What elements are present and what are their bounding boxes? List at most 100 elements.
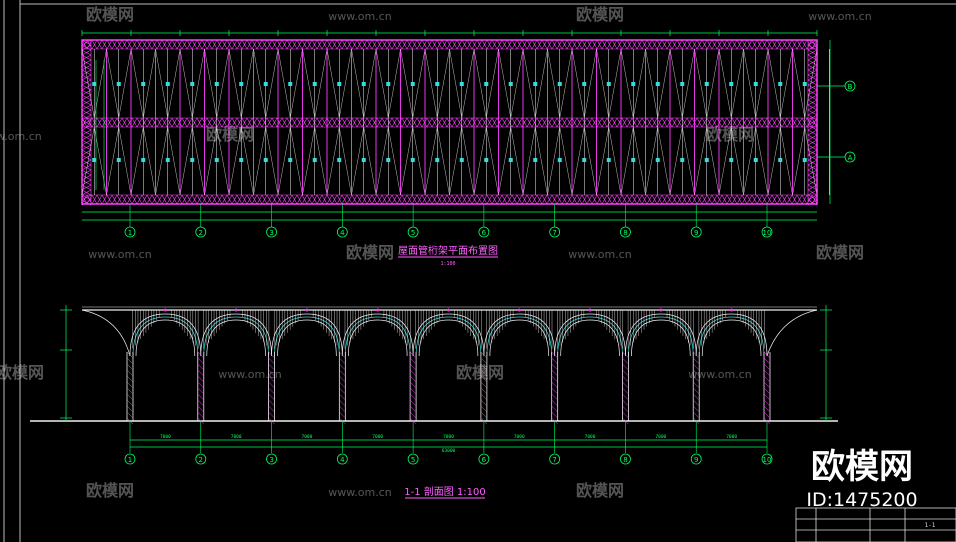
section-axis-5: 5 (407, 421, 419, 465)
section-arch-bay-8 (625, 308, 697, 357)
section-right-cantilever (766, 309, 818, 357)
plan-truss-members (81, 39, 830, 206)
section-axis-6: 6 (478, 421, 490, 465)
section-axis-label: 7 (552, 456, 556, 464)
section-axis-label: 6 (482, 456, 487, 464)
watermark-site: www.om.cn (328, 486, 391, 499)
section-arch-trusses (81, 306, 818, 357)
section-title: 1-1 剖面图 1:100 (404, 485, 486, 498)
section-columns (126, 351, 771, 425)
watermark-brand: 欧模网 (576, 5, 624, 24)
plan-axis-label: 1 (128, 229, 132, 237)
watermark-site: www.om.cn (328, 10, 391, 23)
plan-axis-label: 9 (694, 229, 698, 237)
section-axis-2: 2 (195, 421, 207, 465)
plan-axis-label: 2 (199, 229, 203, 237)
section-axis-3: 3 (266, 421, 277, 465)
section-arch-bay-7 (554, 308, 626, 357)
section-span-label: 7000 (302, 434, 313, 440)
section-arch-bay-2 (200, 308, 272, 357)
section-span-label: 7000 (443, 434, 454, 440)
plan-axis-9: 9 (690, 204, 702, 238)
section-column-4 (338, 351, 346, 425)
plan-axis-4: 4 (336, 204, 348, 238)
watermark-brand: 欧模网 (816, 243, 864, 262)
cad-drawing-canvas: 1 2 3 4 5 6 7 8 9 10 B A 屋面管桁架平面布置图 1:100 7000 700… (0, 0, 956, 542)
plan-bottom-chord-band (81, 194, 818, 205)
watermark-brand: 欧模网 (456, 363, 504, 382)
watermark-site: www.om.cn (688, 368, 751, 381)
section-axis-label: 4 (340, 456, 345, 464)
axis-bubble-b: B (848, 83, 853, 91)
watermark-site: www.om.cn (808, 10, 871, 23)
plan-axis-label: 7 (552, 229, 556, 237)
plan-axis-7: 7 (549, 204, 561, 238)
section-column-8 (622, 351, 629, 425)
section-left-cantilever (81, 309, 131, 357)
section-axis-7: 7 (549, 421, 561, 465)
plan-axis-label: 5 (411, 229, 415, 237)
watermark-brand: 欧模网 (86, 481, 134, 500)
section-axis-label: 8 (623, 456, 627, 464)
plan-axis-1: 1 (124, 204, 136, 238)
section-span-label: 7000 (585, 434, 596, 440)
plan-axis-6: 6 (478, 204, 490, 238)
section-axis-label: 9 (694, 456, 698, 464)
watermark-brand: 欧模网 (576, 481, 624, 500)
section-column-7 (551, 351, 559, 425)
section-column-5 (409, 351, 417, 425)
section-axis-10: 10 (761, 421, 773, 465)
watermark-brand: 欧模网 (86, 5, 134, 24)
section-span-label: 7000 (514, 434, 525, 440)
section-span-label: 7000 (372, 434, 383, 440)
watermark-brand: 欧模网 (706, 125, 754, 144)
plan-axis-3: 3 (266, 204, 277, 238)
section-span-label: 7000 (231, 434, 242, 440)
watermark-brand-large: 欧模网 ID:1475200 (806, 447, 917, 511)
plan-axis-5: 5 (407, 204, 419, 238)
section-axis-8: 8 (620, 421, 631, 465)
plan-top-chord-band (81, 39, 818, 50)
plan-axis-label: 3 (269, 229, 273, 237)
section-arch-bay-4 (341, 308, 414, 357)
section-elevation-dims (60, 305, 832, 421)
plan-axis-8: 8 (620, 204, 631, 238)
plan-axis-grid: 1 2 3 4 5 6 7 8 9 10 (82, 204, 817, 238)
section-arch-bay-6 (483, 308, 556, 357)
watermark-site: www.om.cn (0, 130, 42, 143)
plan-title: 屋面管桁架平面布置图 (398, 244, 498, 257)
plan-subtitle: 1:100 (440, 261, 455, 267)
watermark-brand-text: 欧模网 (811, 447, 913, 487)
plan-axis-2: 2 (195, 204, 207, 238)
watermark-brand: 欧模网 (346, 243, 394, 262)
section-axis-label: 3 (269, 456, 273, 464)
section-axis-1: 1 (124, 421, 136, 465)
watermark-brand: 欧模网 (0, 363, 44, 382)
section-arch-bay-5 (412, 308, 485, 357)
plan-top-dimensions (81, 30, 818, 36)
plan-axis-label: 8 (623, 229, 627, 237)
plan-right-axes: B A (817, 40, 856, 204)
section-arch-bay-1 (129, 308, 202, 357)
title-block-label: 1-1 (925, 522, 936, 529)
plan-view: 1 2 3 4 5 6 7 8 9 10 B A 屋面管桁架平面布置图 1:100 (81, 30, 856, 267)
watermark-site: www.om.cn (218, 368, 281, 381)
watermark-site: www.om.cn (568, 248, 631, 261)
axis-bubble-a: A (848, 154, 853, 162)
section-column-3 (268, 351, 275, 425)
section-span-label: 7000 (160, 434, 171, 440)
section-axis-label: 2 (199, 456, 203, 464)
plan-axis-label: 10 (763, 229, 772, 237)
plan-axis-10: 10 (761, 204, 773, 238)
section-axis-label: 1 (128, 456, 132, 464)
plan-axis-label: 6 (482, 229, 487, 237)
watermark-brand: 欧模网 (206, 125, 254, 144)
section-column-1 (126, 351, 134, 425)
section-total-label: 63000 (442, 448, 456, 454)
section-view: 7000 7000 7000 7000 7000 7000 7000 7000 7000 6300… (30, 305, 838, 499)
section-column-9 (692, 351, 700, 425)
section-column-10 (763, 351, 771, 425)
section-span-label: 7000 (726, 434, 737, 440)
section-column-2 (197, 351, 205, 425)
watermark-site: www.om.cn (88, 248, 151, 261)
